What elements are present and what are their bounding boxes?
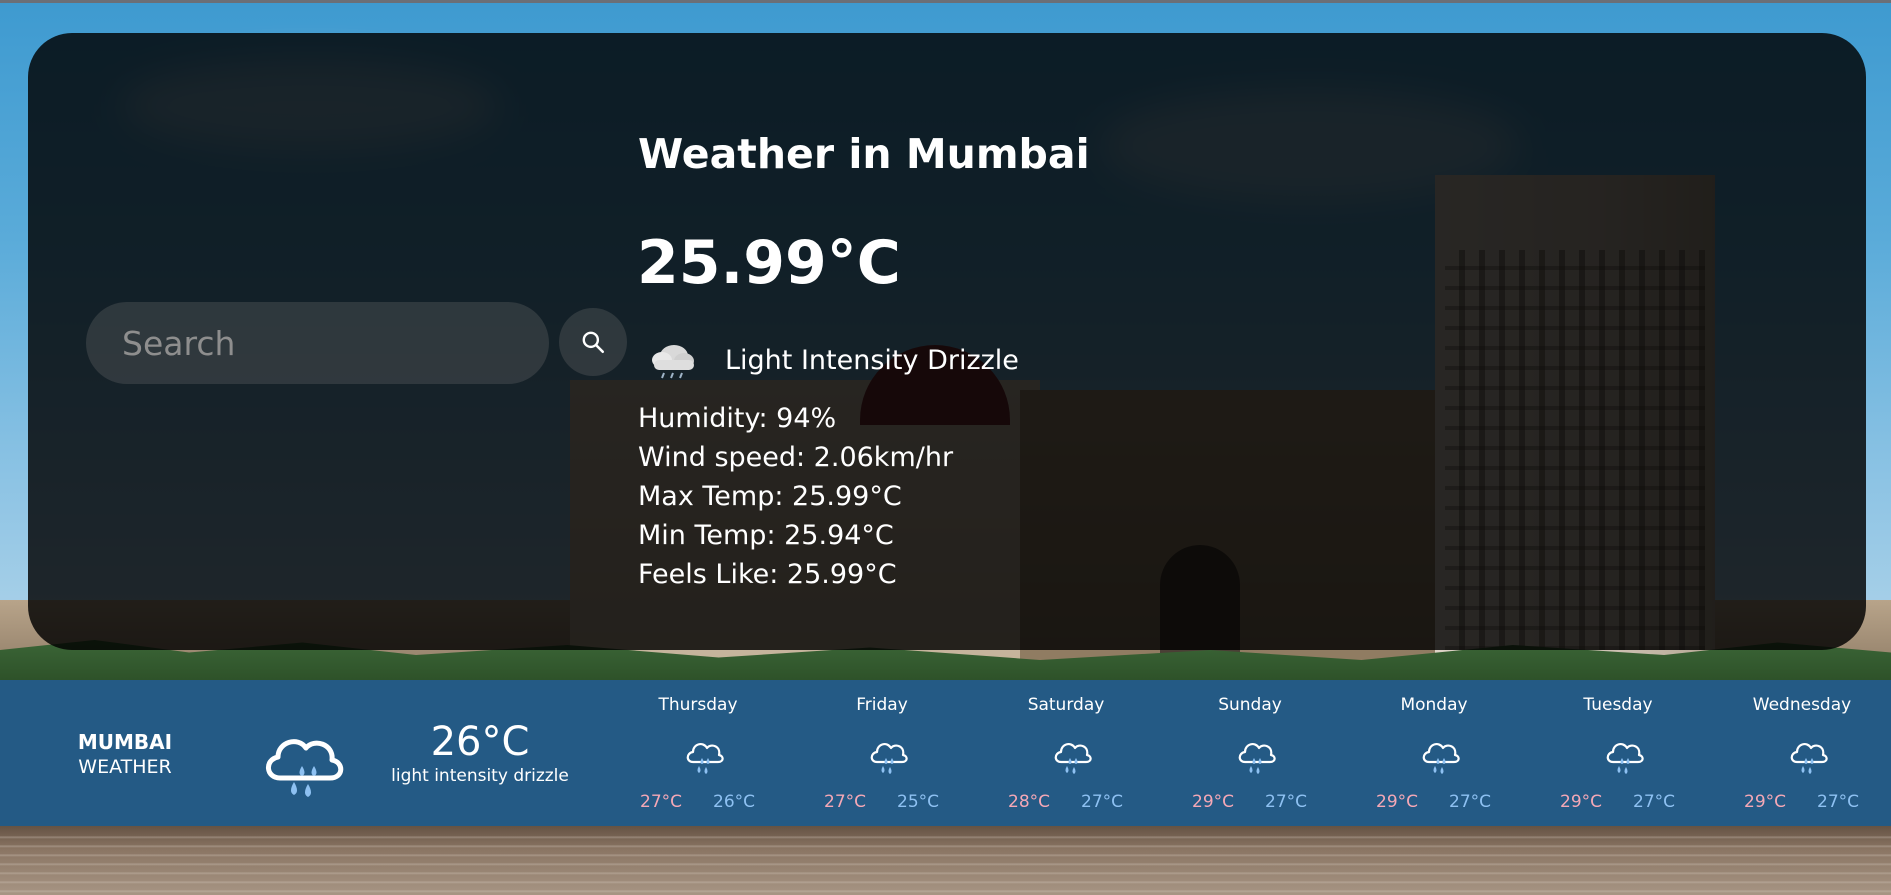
search-icon	[582, 331, 605, 354]
forecast-day-name: Saturday	[1027, 695, 1105, 715]
forecast-day-low: 25°C	[897, 792, 940, 812]
wind-speed-text: Wind speed: 2.06km/hr	[638, 442, 954, 473]
search-input[interactable]	[86, 302, 549, 384]
forecast-day-name: Wednesday	[1752, 695, 1852, 715]
forecast-day-name: Monday	[1400, 695, 1468, 715]
current-temperature: 25.99°C	[637, 228, 901, 298]
cloud-rain-icon	[1054, 742, 1092, 774]
forecast-day-high: 29°C	[1376, 792, 1419, 812]
forecast-city-subtitle: WEATHER	[78, 756, 172, 778]
forecast-day-low: 26°C	[713, 792, 756, 812]
forecast-day-low: 27°C	[1081, 792, 1124, 812]
forecast-city: MUMBAI WEATHER	[60, 730, 190, 780]
forecast-day-low: 27°C	[1265, 792, 1308, 812]
forecast-day: Wednesday 29°C 27°C	[1710, 680, 1891, 826]
feels-like-text: Feels Like: 25.99°C	[638, 559, 897, 590]
cloud-rain-icon	[870, 742, 908, 774]
forecast-day-name: Thursday	[658, 695, 738, 715]
condition-text: Light Intensity Drizzle	[725, 345, 1019, 376]
forecast-current: 26°C light intensity drizzle	[380, 718, 580, 786]
forecast-day: Thursday 27°C 26°C	[606, 680, 790, 826]
forecast-current-temp: 26°C	[430, 719, 530, 765]
forecast-current-desc: light intensity drizzle	[391, 766, 569, 786]
forecast-day: Sunday 29°C 27°C	[1158, 680, 1342, 826]
cloud-rain-icon	[1422, 742, 1460, 774]
forecast-day: Friday 27°C 25°C	[790, 680, 974, 826]
cloud-rain-icon	[1790, 742, 1828, 774]
humidity-text: Humidity: 94%	[638, 403, 837, 434]
forecast-city-name: MUMBAI	[77, 730, 173, 754]
forecast-day-high: 28°C	[1008, 792, 1051, 812]
cloud-rain-icon	[266, 739, 344, 797]
search-button[interactable]	[559, 308, 627, 376]
forecast-day-high: 29°C	[1744, 792, 1787, 812]
max-temp-text: Max Temp: 25.99°C	[638, 481, 902, 512]
forecast-day-name: Sunday	[1218, 695, 1282, 715]
forecast-day-low: 27°C	[1817, 792, 1860, 812]
forecast-day-high: 27°C	[640, 792, 683, 812]
forecast-day-high: 29°C	[1192, 792, 1235, 812]
forecast-day-low: 27°C	[1449, 792, 1492, 812]
cloud-rain-icon	[1238, 742, 1276, 774]
min-temp-text: Min Temp: 25.94°C	[638, 520, 894, 551]
forecast-day: Tuesday 29°C 27°C	[1526, 680, 1710, 826]
forecast-day-name: Friday	[856, 695, 908, 715]
forecast-day-high: 29°C	[1560, 792, 1603, 812]
cloud-rain-icon	[686, 742, 724, 774]
forecast-day-high: 27°C	[824, 792, 867, 812]
cloud-rain-icon	[1606, 742, 1644, 774]
forecast-day-name: Tuesday	[1583, 695, 1653, 715]
cloud-drizzle-icon	[652, 345, 694, 379]
forecast-day: Monday 29°C 27°C	[1342, 680, 1526, 826]
forecast-day-low: 27°C	[1633, 792, 1676, 812]
page-title: Weather in Mumbai	[638, 130, 1090, 178]
forecast-day: Saturday 28°C 27°C	[974, 680, 1158, 826]
